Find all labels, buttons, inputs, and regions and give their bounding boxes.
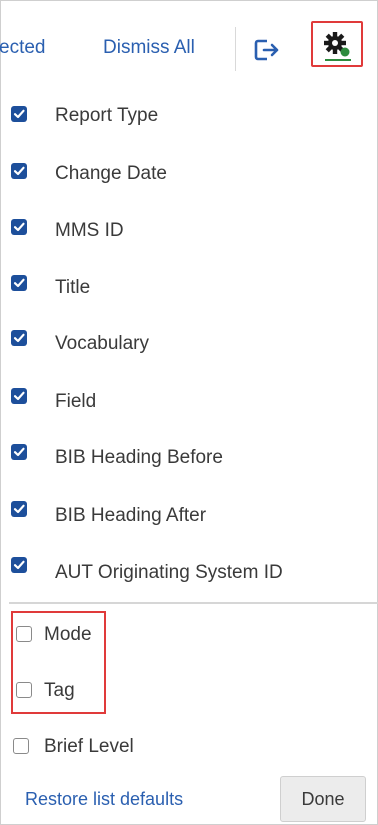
status-dot	[340, 47, 350, 57]
column-option-vocabulary[interactable]: Vocabulary	[1, 324, 378, 364]
settings-button[interactable]	[311, 21, 363, 67]
checkbox-checked[interactable]	[11, 330, 27, 346]
column-option-report-type[interactable]: Report Type	[1, 96, 378, 136]
column-option-change-date[interactable]: Change Date	[1, 154, 378, 194]
checkbox-checked[interactable]	[11, 388, 27, 404]
column-label: Field	[55, 391, 97, 412]
export-icon[interactable]	[253, 35, 281, 65]
toolbar-divider	[235, 27, 236, 71]
restore-defaults-link[interactable]: Restore list defaults	[25, 789, 183, 810]
column-label: Vocabulary	[55, 333, 150, 354]
column-option-title[interactable]: Title	[1, 268, 378, 308]
column-option-aut-originating-system-id[interactable]: AUT Originating System ID	[1, 553, 378, 593]
checkbox-checked[interactable]	[11, 219, 27, 235]
list-divider	[9, 602, 378, 604]
column-option-brief-level[interactable]: Brief Level	[1, 728, 378, 768]
column-option-mms-id[interactable]: MMS ID	[1, 211, 378, 251]
column-label: Report Type	[55, 105, 159, 126]
selected-link[interactable]: ected	[0, 37, 45, 59]
column-label: Brief Level	[44, 736, 134, 757]
highlight-annotation	[11, 611, 106, 714]
toolbar: ected Dismiss All	[0, 1, 378, 91]
column-settings-panel: ected Dismiss All Report Type Change Dat…	[0, 0, 378, 825]
checkbox-checked[interactable]	[11, 444, 27, 460]
done-button[interactable]: Done	[280, 776, 366, 822]
gear-underline	[325, 59, 351, 61]
column-label: Change Date	[55, 163, 167, 184]
column-label: BIB Heading After	[55, 505, 207, 526]
dismiss-all-link[interactable]: Dismiss All	[103, 37, 195, 59]
column-option-field[interactable]: Field	[1, 382, 378, 422]
checkbox-checked[interactable]	[11, 501, 27, 517]
checkbox-checked[interactable]	[11, 275, 27, 291]
gear-icon	[324, 32, 350, 57]
checkbox-checked[interactable]	[11, 163, 27, 179]
column-label: MMS ID	[55, 220, 124, 241]
column-label: BIB Heading Before	[55, 447, 223, 468]
column-option-bib-heading-before[interactable]: BIB Heading Before	[1, 438, 378, 478]
checkbox-checked[interactable]	[11, 557, 27, 573]
column-option-bib-heading-after[interactable]: BIB Heading After	[1, 496, 378, 536]
column-label: Title	[55, 277, 91, 298]
checkbox-unchecked[interactable]	[13, 738, 29, 754]
checkbox-checked[interactable]	[11, 106, 27, 122]
column-label: AUT Originating System ID	[55, 562, 283, 583]
